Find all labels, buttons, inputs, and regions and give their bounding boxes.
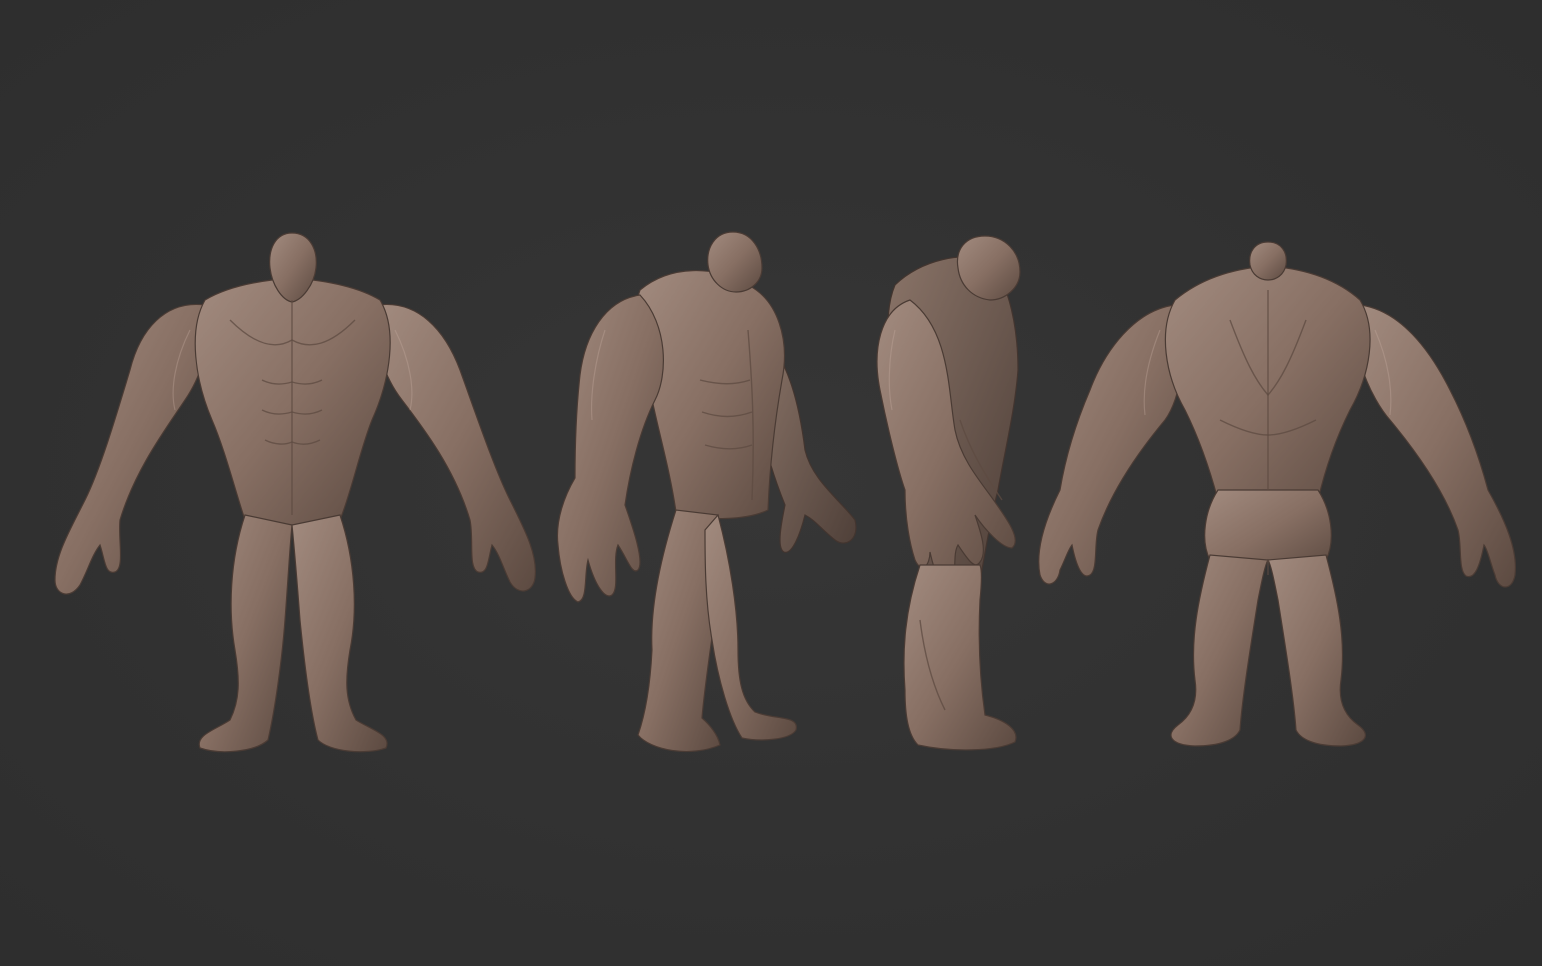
three-quarter-view-sculpt <box>556 231 857 753</box>
front-view-sculpt <box>54 232 537 753</box>
back-view-sculpt <box>1038 241 1517 747</box>
side-view-sculpt <box>876 235 1021 751</box>
turnaround-canvas <box>54 231 1517 753</box>
sculpt-viewport <box>0 0 1542 966</box>
